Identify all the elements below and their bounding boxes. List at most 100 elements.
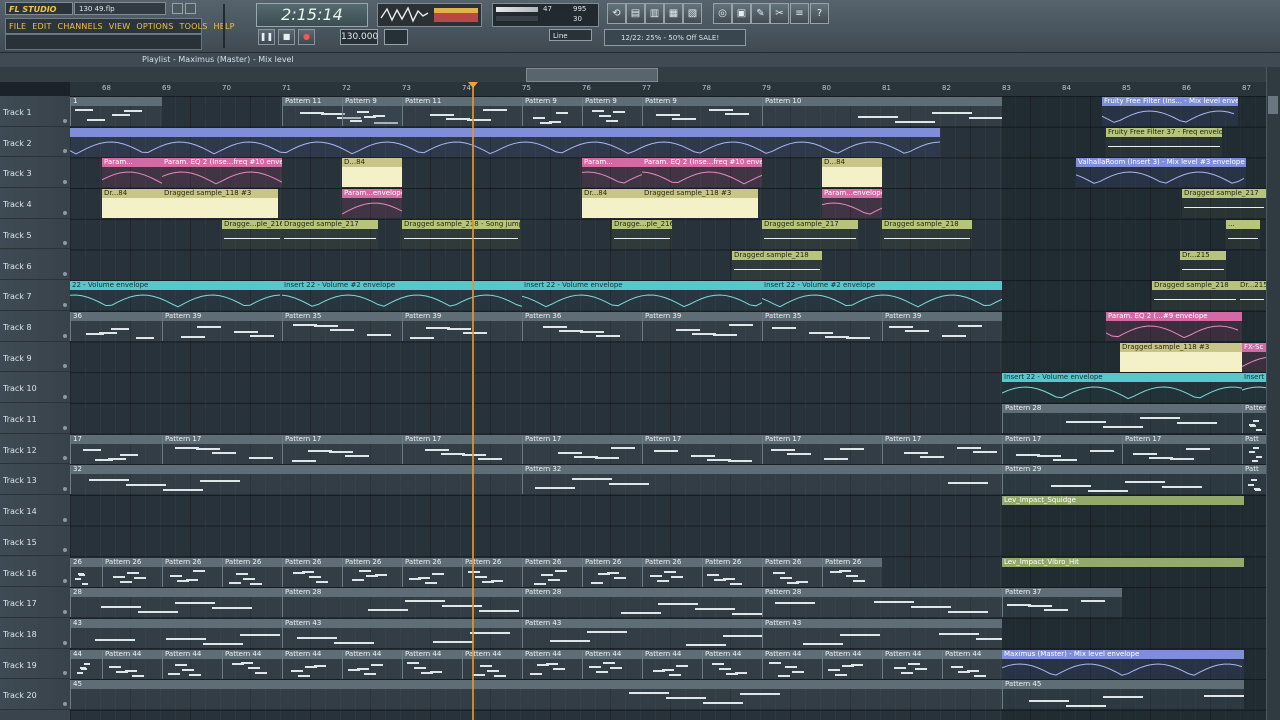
track-header[interactable]: Track 11 <box>0 403 70 434</box>
playlist-clip[interactable]: Pattern 44 <box>882 649 942 679</box>
playlist-clip[interactable] <box>70 127 940 157</box>
playhead-marker-icon[interactable] <box>468 82 478 88</box>
menu-file[interactable]: FILE <box>9 22 26 31</box>
playlist-clip[interactable]: 44 <box>70 649 102 679</box>
track-header[interactable]: Track 1 <box>0 96 70 127</box>
playlist-clip[interactable]: Pattern 44 <box>942 649 1002 679</box>
playlist-clip[interactable]: Pattern 28 <box>1002 404 1242 433</box>
playlist-clip[interactable]: Pattern 9 <box>582 97 642 126</box>
playlist-clip[interactable]: Pattern <box>1242 404 1266 433</box>
playlist-clip[interactable]: Pattern 28 <box>522 588 762 618</box>
news-ticker[interactable]: 12/22: 25% - 50% Off SALE! <box>604 29 746 46</box>
bar-ruler[interactable]: 68 69 70 71 72 73 74 75 76 77 78 79 80 81 82 83 84 85 86 87 <box>70 82 1266 97</box>
track-header[interactable]: Track 10 <box>0 372 70 403</box>
playlist-clip[interactable]: Pattern 17 <box>522 434 642 464</box>
menu-channels[interactable]: CHANNELS <box>58 22 103 31</box>
tool-button-7-icon[interactable]: ✎ <box>751 3 770 24</box>
playlist-clip[interactable]: Lev_Impact_Squidge <box>1002 496 1244 525</box>
playlist-clip[interactable]: Fruity Free Filter 37 - Freq envelope <box>1106 127 1222 157</box>
playlist-clip[interactable]: 17 <box>70 434 162 464</box>
tool-button-0-icon[interactable]: ⟲ <box>607 3 626 24</box>
playlist-clip[interactable]: Pattern 17 <box>642 434 762 464</box>
playlist-clip[interactable]: 26 <box>70 557 102 587</box>
tool-button-8-icon[interactable]: ✂ <box>770 3 789 24</box>
playlist-clip[interactable]: Param. EQ 2 (Inse...freq #10 envelope <box>162 158 282 188</box>
menu-edit[interactable]: EDIT <box>32 22 51 31</box>
vertical-scrollbar[interactable] <box>1266 67 1280 720</box>
playlist-clip[interactable]: Dragged sample_218 <box>732 250 822 280</box>
playlist-clip[interactable]: ... <box>1226 219 1260 249</box>
playlist-clip[interactable]: Pattern 9 <box>342 97 402 126</box>
playlist-clip[interactable]: Fruity Free Filter (Ins... - Mix level e… <box>1102 97 1238 126</box>
playlist-clip[interactable]: Pattern 26 <box>822 557 882 587</box>
playlist-clip[interactable]: Param...envelope <box>342 189 402 219</box>
tool-button-4-icon[interactable]: ▧ <box>683 3 702 24</box>
playlist-clip[interactable]: Lev_Impact_Vibro_Hit <box>1002 557 1244 587</box>
minimize-button[interactable] <box>172 3 183 14</box>
bar-number[interactable]: 71 <box>282 84 291 92</box>
playlist-clip[interactable]: Dragged sample_217 <box>762 219 858 249</box>
playlist-clip[interactable]: 22 - Volume envelope <box>70 281 282 311</box>
playlist-clip[interactable]: ValhallaRoom (Insert 3) - Mix level #3 e… <box>1076 158 1246 188</box>
song-time-display[interactable]: 2:15:14 <box>256 3 368 27</box>
playlist-clip[interactable]: Pattern 35 <box>762 311 882 341</box>
snap-selector[interactable]: Line <box>549 29 592 41</box>
playlist-clip[interactable]: Dragged sample_118 #3 <box>1120 342 1242 372</box>
bar-number[interactable]: 72 <box>342 84 351 92</box>
playlist-clip[interactable]: Pattern 10 <box>762 97 1002 126</box>
playhead-line[interactable] <box>472 82 474 720</box>
bar-number[interactable]: 83 <box>1002 84 1011 92</box>
playlist-clip[interactable]: Dragged sample_218 <box>882 219 972 249</box>
playlist-clip[interactable]: Pattern 17 <box>1122 434 1242 464</box>
playlist-clip[interactable]: Pattern 39 <box>882 311 1002 341</box>
playlist-clip[interactable]: Pattern 26 <box>102 557 162 587</box>
playlist-clip[interactable]: Pattern 9 <box>642 97 762 126</box>
stop-button[interactable]: ■ <box>278 29 295 45</box>
playlist-clip[interactable]: Patt <box>1242 434 1266 464</box>
playlist-clip[interactable]: Pattern 44 <box>582 649 642 679</box>
playlist-clip[interactable]: Insert 22 - Volume #2 envelope <box>282 281 522 311</box>
playlist-clip[interactable]: Pattern 44 <box>642 649 702 679</box>
tool-button-9-icon[interactable]: ≡ <box>790 3 809 24</box>
playlist-clip[interactable]: Dr...215 <box>1238 281 1266 311</box>
playlist-clip[interactable]: Maximus (Master) - Mix level envelope <box>1002 649 1244 679</box>
playlist-clip[interactable]: Pattern 39 <box>162 311 282 341</box>
tool-button-1-icon[interactable]: ▤ <box>626 3 645 24</box>
close-button[interactable] <box>185 3 196 14</box>
track-header[interactable]: Track 9 <box>0 341 70 373</box>
track-header[interactable]: Track 13 <box>0 464 70 496</box>
playlist-grid[interactable]: 1 Pattern 11 Pattern 9 Pattern 11 Pattern 9P… <box>70 96 1266 720</box>
playlist-clip[interactable]: Pattern 44 <box>462 649 522 679</box>
bar-number[interactable]: 69 <box>162 84 171 92</box>
playlist-clip[interactable]: Insert 22 - Volume envelope <box>1002 373 1242 403</box>
playlist-clip[interactable]: D...84 <box>822 158 882 188</box>
playlist-clip[interactable]: Dragge...ple_216 <box>222 219 282 249</box>
track-header[interactable]: Track 18 <box>0 617 70 649</box>
playlist-clip[interactable]: Pattern 26 <box>582 557 642 587</box>
playlist-clip[interactable]: Insert <box>1242 373 1266 403</box>
playlist-clip[interactable]: Dragged sample_217 <box>282 219 378 249</box>
playlist-clip[interactable]: Pattern 43 <box>522 618 762 648</box>
playlist-clip[interactable]: Dr...215 <box>1180 250 1226 280</box>
bar-number[interactable]: 82 <box>942 84 951 92</box>
playlist-clip[interactable]: 43 <box>70 618 282 648</box>
track-header[interactable]: Track 20 <box>0 679 70 710</box>
menu-view[interactable]: VIEW <box>109 22 131 31</box>
track-header[interactable]: Track 2 <box>0 126 70 158</box>
playlist-clip[interactable]: Pattern 44 <box>282 649 342 679</box>
playlist-clip[interactable]: Pattern 44 <box>762 649 822 679</box>
playlist-clip[interactable]: Pattern 39 <box>642 311 762 341</box>
playlist-clip[interactable]: Pattern 26 <box>702 557 762 587</box>
playlist-clip[interactable]: Pattern 37 <box>1002 588 1122 618</box>
playlist-clip[interactable]: Pattern 44 <box>342 649 402 679</box>
playlist-clip[interactable]: Param... <box>582 158 642 188</box>
playlist-clip[interactable]: Pattern 26 <box>222 557 282 587</box>
bar-number[interactable]: 80 <box>822 84 831 92</box>
playlist-clip[interactable]: Pattern 45 <box>1002 680 1244 710</box>
playlist-clip[interactable]: 32 <box>70 465 522 495</box>
playlist-clip[interactable]: Pattern 44 <box>222 649 282 679</box>
playlist-clip[interactable]: Pattern 32 <box>522 465 1002 495</box>
menu-options[interactable]: OPTIONS <box>136 22 173 31</box>
tempo-display[interactable]: 130.000 <box>340 29 378 45</box>
track-header[interactable]: Track 4 <box>0 188 70 219</box>
